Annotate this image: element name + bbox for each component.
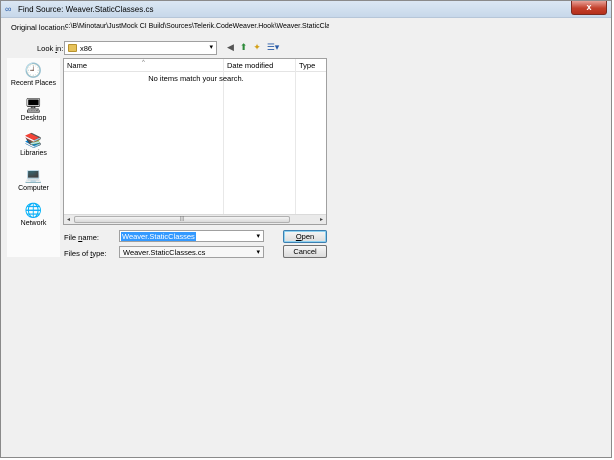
find-source-dialog: ∞ Find Source: Weaver.StaticClasses.cs x… <box>0 0 612 458</box>
close-button[interactable]: x <box>571 1 607 15</box>
desktop-icon: 🖥 <box>24 97 43 113</box>
open-button[interactable]: Open <box>283 230 327 243</box>
up-folder-icon[interactable]: ⬆ <box>238 41 249 54</box>
sidebar-item-label: Network <box>20 220 47 227</box>
sidebar-item-label: Recent Places <box>10 80 57 87</box>
recent-places-icon: 🕘 <box>24 62 43 78</box>
sidebar-item-libraries[interactable]: 📚 Libraries <box>7 132 60 166</box>
sort-arrow-icon: ^ <box>142 60 145 66</box>
chevron-down-icon: ▾ <box>209 44 213 51</box>
folder-icon <box>68 44 77 52</box>
file-name-label: File name: <box>64 233 100 242</box>
sidebar-item-recent-places[interactable]: 🕘 Recent Places <box>7 62 60 96</box>
scrollbar-thumb[interactable]: ||| <box>74 216 290 223</box>
original-location-label: Original location: <box>11 23 67 32</box>
look-in-dropdown[interactable]: x86 ▾ <box>64 41 217 55</box>
look-in-label: Look in: <box>37 44 64 53</box>
libraries-icon: 📚 <box>24 132 43 148</box>
file-name-value: Weaver.StaticClasses <box>121 232 196 241</box>
sidebar-item-computer[interactable]: 💻 Computer <box>7 167 60 201</box>
look-in-value: x86 <box>80 44 93 53</box>
sidebar-item-network[interactable]: 🌐 Network <box>7 202 60 236</box>
column-header-date-modified[interactable]: Date modified <box>224 59 296 72</box>
scroll-left-icon[interactable]: ◂ <box>67 215 70 224</box>
original-location-path: c:\B\Minotaur\JustMock CI Build\Sources\… <box>65 23 329 30</box>
glasses-icon: ∞ <box>5 4 12 14</box>
horizontal-scrollbar[interactable]: ◂ ||| ▸ <box>64 214 326 224</box>
chevron-down-icon: ▾ <box>256 249 260 256</box>
file-list[interactable]: Name ^ Date modified Type No items match… <box>63 58 327 225</box>
network-icon: 🌐 <box>24 202 43 218</box>
sidebar-item-desktop[interactable]: 🖥 Desktop <box>7 97 60 131</box>
column-header-type[interactable]: Type <box>296 59 326 72</box>
view-menu-icon[interactable]: ☰▾ <box>265 41 281 54</box>
computer-icon: 💻 <box>24 167 43 183</box>
places-sidebar: 🕘 Recent Places 🖥 Desktop 📚 Libraries 💻 … <box>7 58 60 257</box>
empty-list-message: No items match your search. <box>148 74 244 83</box>
files-of-type-dropdown[interactable]: Weaver.StaticClasses.cs ▾ <box>119 246 264 258</box>
back-icon[interactable]: ◀ <box>225 41 236 54</box>
files-of-type-value: Weaver.StaticClasses.cs <box>123 248 206 257</box>
chevron-down-icon[interactable]: ▾ <box>256 232 260 240</box>
cancel-button[interactable]: Cancel <box>283 245 327 258</box>
sidebar-item-label: Desktop <box>20 115 47 122</box>
title-bar: ∞ Find Source: Weaver.StaticClasses.cs x <box>1 1 611 18</box>
new-folder-icon[interactable]: ✦ <box>251 41 263 54</box>
file-name-input[interactable]: Weaver.StaticClasses ▾ <box>119 230 264 242</box>
files-of-type-label: Files of type: <box>64 249 107 258</box>
sidebar-item-label: Computer <box>18 185 49 192</box>
sidebar-item-label: Libraries <box>20 150 47 157</box>
scroll-right-icon[interactable]: ▸ <box>320 215 323 224</box>
window-title: Find Source: Weaver.StaticClasses.cs <box>18 5 154 14</box>
